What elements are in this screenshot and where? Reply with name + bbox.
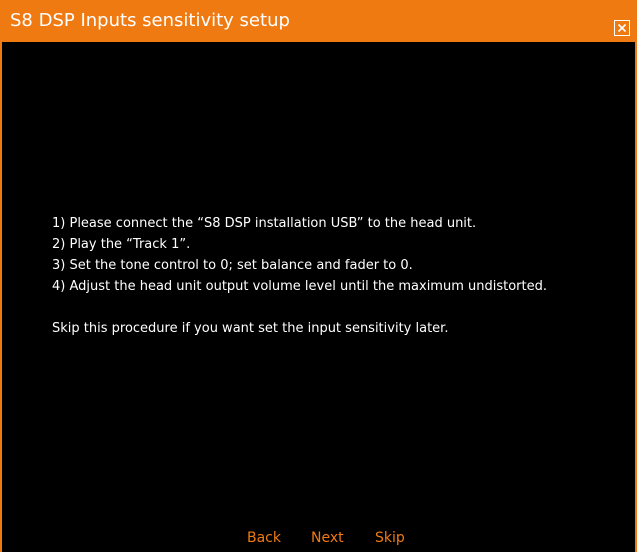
close-button[interactable] <box>614 20 630 36</box>
skip-note: Skip this procedure if you want set the … <box>52 321 449 336</box>
instruction-step-2: 2) Play the “Track 1”. <box>52 237 191 252</box>
instruction-step-4: 4) Adjust the head unit output volume le… <box>52 279 547 294</box>
title-bar: S8 DSP Inputs sensitivity setup <box>2 0 635 42</box>
next-button[interactable]: Next <box>311 527 344 549</box>
setup-dialog: S8 DSP Inputs sensitivity setup 1) Pleas… <box>0 0 637 552</box>
close-icon <box>617 23 627 33</box>
instructions-panel: 1) Please connect the “S8 DSP installati… <box>52 213 622 339</box>
skip-button[interactable]: Skip <box>375 527 405 549</box>
instruction-step-1: 1) Please connect the “S8 DSP installati… <box>52 216 477 231</box>
window-title: S8 DSP Inputs sensitivity setup <box>10 10 290 31</box>
instruction-step-3: 3) Set the tone control to 0; set balanc… <box>52 258 413 273</box>
back-button[interactable]: Back <box>247 527 281 549</box>
navigation-actions: Back Next Skip <box>2 527 635 549</box>
